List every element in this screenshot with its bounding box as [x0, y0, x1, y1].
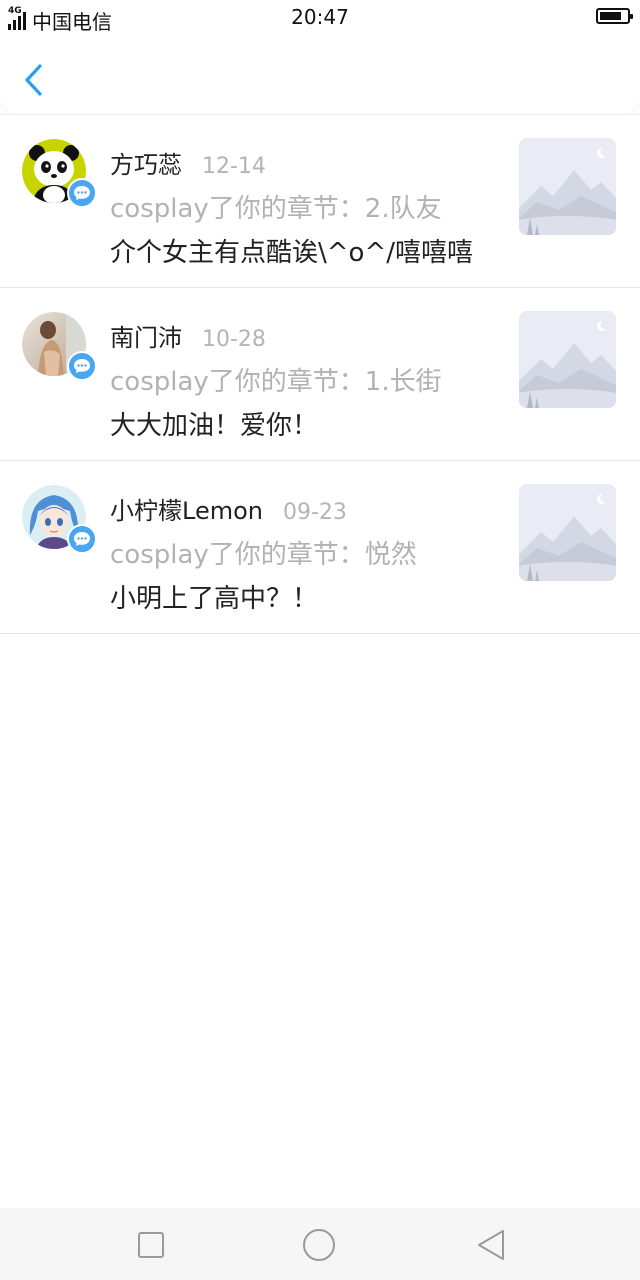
- chapter-thumbnail[interactable]: [519, 138, 616, 235]
- notification-row[interactable]: 小柠檬Lemon 09-23 cosplay了你的章节：悦然 小明上了高中？！: [0, 461, 640, 634]
- comment-text: 小明上了高中？！: [110, 584, 319, 614]
- chat-bubble-icon: [67, 524, 97, 554]
- user-name[interactable]: 方巧蕊: [110, 145, 182, 180]
- recents-button[interactable]: [134, 1228, 168, 1262]
- back-button[interactable]: [18, 60, 52, 100]
- notification-date: 10-28: [202, 327, 266, 352]
- header: [0, 36, 640, 114]
- mountain-landscape-icon: [519, 311, 616, 408]
- name-line: 小柠檬Lemon 09-23: [110, 491, 347, 526]
- circle-icon: [303, 1229, 335, 1261]
- name-line: 南门沛 10-28: [110, 318, 266, 353]
- action-text: cosplay了你的章节：悦然: [110, 540, 417, 570]
- chapter-thumbnail[interactable]: [519, 484, 616, 581]
- system-nav-bar: [0, 1208, 640, 1280]
- triangle-back-icon: [478, 1230, 504, 1260]
- chat-bubble-icon: [67, 351, 97, 381]
- mountain-landscape-icon: [519, 484, 616, 581]
- notification-date: 09-23: [283, 500, 347, 525]
- battery-fill: [600, 12, 621, 20]
- status-bar: 4G 中国电信 20:47: [0, 0, 640, 36]
- square-icon: [138, 1232, 164, 1258]
- comment-text: 大大加油！爱你！: [110, 411, 319, 441]
- home-button[interactable]: [302, 1228, 336, 1262]
- chevron-left-icon: [25, 64, 42, 96]
- notification-row[interactable]: 方巧蕊 12-14 cosplay了你的章节：2.队友 介个女主有点酷诶\^o^…: [0, 115, 640, 288]
- avatar[interactable]: [22, 312, 97, 381]
- screen: 4G 中国电信 20:47 方巧蕊 12-14 cosplay了你的章节：2.队…: [0, 0, 640, 1280]
- avatar[interactable]: [22, 485, 97, 554]
- user-name[interactable]: 小柠檬Lemon: [110, 491, 263, 526]
- system-back-button[interactable]: [475, 1228, 509, 1262]
- action-text: cosplay了你的章节：2.队友: [110, 194, 442, 224]
- battery-icon: [596, 8, 633, 24]
- name-line: 方巧蕊 12-14: [110, 145, 266, 180]
- mountain-landscape-icon: [519, 138, 616, 235]
- notification-date: 12-14: [202, 154, 266, 179]
- avatar[interactable]: [22, 139, 97, 208]
- chat-bubble-icon: [67, 178, 97, 208]
- comment-text: 介个女主有点酷诶\^o^/嘻嘻嘻: [110, 238, 473, 268]
- notification-list: 方巧蕊 12-14 cosplay了你的章节：2.队友 介个女主有点酷诶\^o^…: [0, 114, 640, 634]
- action-text: cosplay了你的章节：1.长街: [110, 367, 442, 397]
- notification-row[interactable]: 南门沛 10-28 cosplay了你的章节：1.长街 大大加油！爱你！: [0, 288, 640, 461]
- user-name[interactable]: 南门沛: [110, 318, 182, 353]
- chapter-thumbnail[interactable]: [519, 311, 616, 408]
- status-time: 20:47: [291, 5, 349, 29]
